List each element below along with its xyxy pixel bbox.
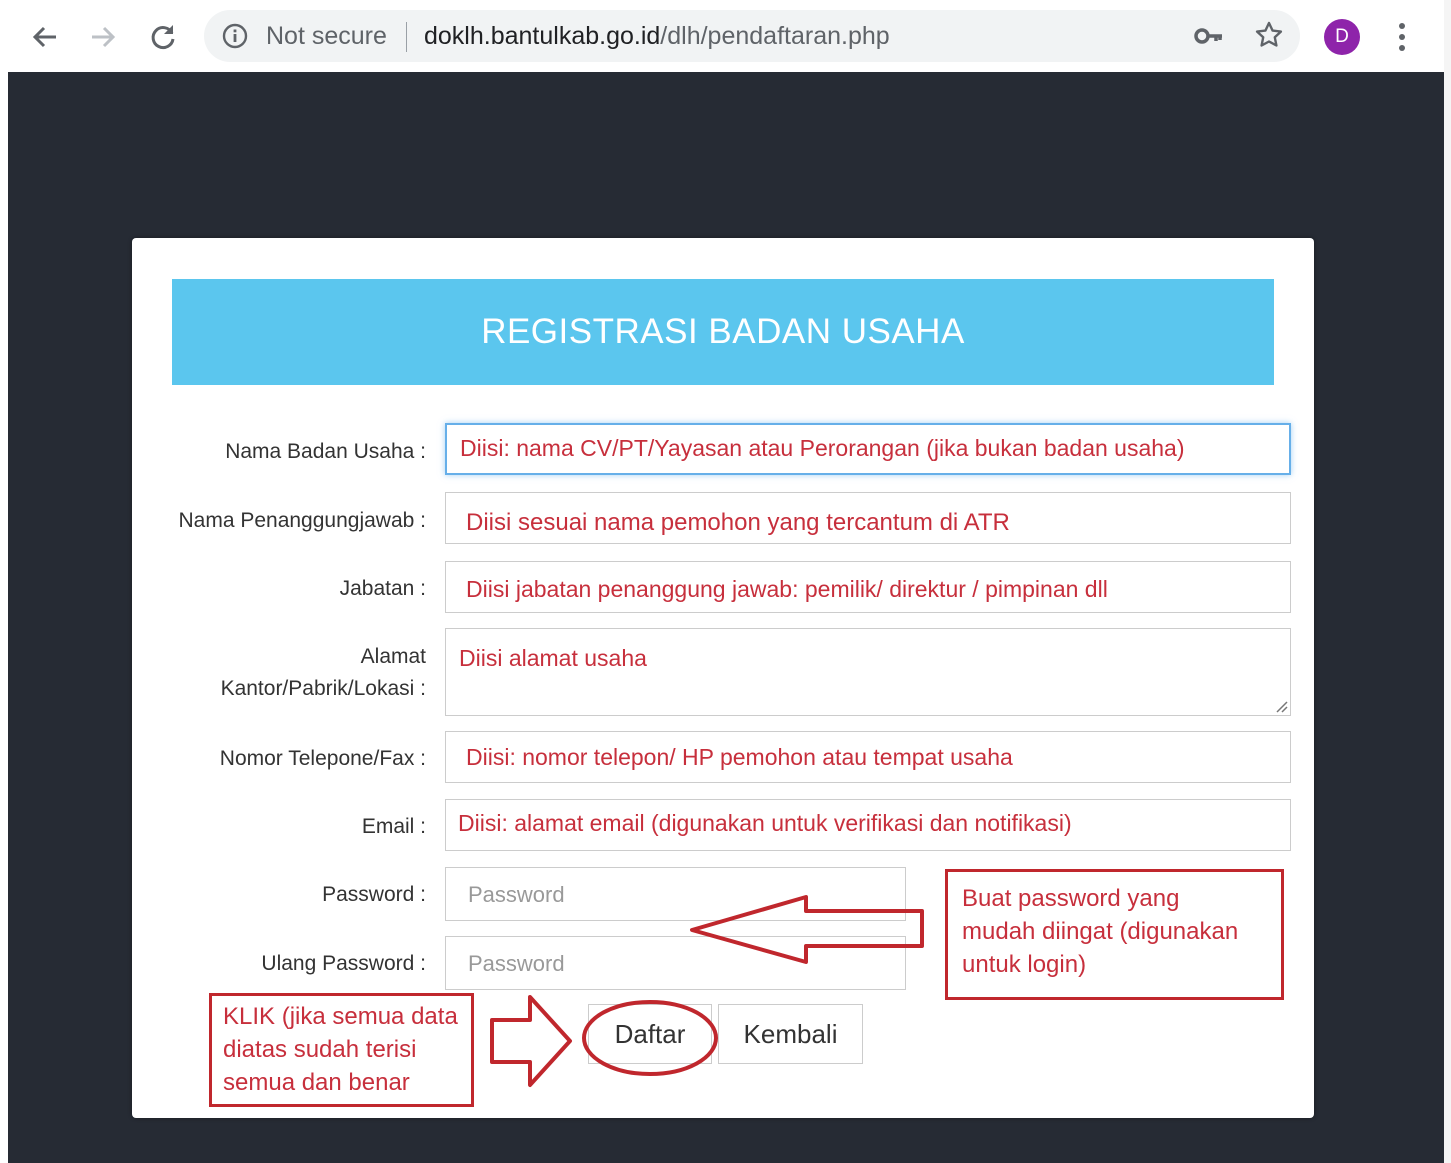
password-input[interactable]: Password xyxy=(445,867,906,921)
label-telepon: Nomor Telepone/Fax : xyxy=(219,747,426,770)
forward-arrow-icon[interactable] xyxy=(80,14,126,60)
label-email: Email : xyxy=(361,815,426,838)
label-ulang-password: Ulang Password : xyxy=(261,952,426,975)
browser-toolbar: Not secure doklh.bantulkab.go.id/dlh/pen… xyxy=(0,0,1451,72)
url-text[interactable]: doklh.bantulkab.go.id/dlh/pendaftaran.ph… xyxy=(424,22,890,51)
address-bar[interactable]: Not secure doklh.bantulkab.go.id/dlh/pen… xyxy=(204,10,1300,62)
reload-icon[interactable] xyxy=(140,14,186,60)
telepon-input[interactable]: Diisi: nomor telepon/ HP pemohon atau te… xyxy=(445,731,1291,783)
label-nama-penanggungjawab: Nama Penanggungjawab : xyxy=(178,509,426,532)
nama-badan-usaha-input[interactable]: Diisi: nama CV/PT/Yayasan atau Peroranga… xyxy=(445,423,1291,475)
click-annotation-box: KLIK (jika semua data diatas sudah teris… xyxy=(209,993,474,1107)
label-nama-badan-usaha: Nama Badan Usaha : xyxy=(225,440,426,463)
star-icon[interactable] xyxy=(1254,20,1284,50)
form-title: REGISTRASI BADAN USAHA xyxy=(481,312,965,351)
label-alamat: Alamat Kantor/Pabrik/Lokasi : xyxy=(221,641,426,705)
window-edge xyxy=(1444,0,1451,1163)
label-alamat-line2: Kantor/Pabrik/Lokasi : xyxy=(220,677,426,700)
click-note-line: semua dan benar xyxy=(223,1069,410,1096)
ulang-password-input[interactable]: Password xyxy=(445,936,906,990)
click-note-line: diatas sudah terisi xyxy=(223,1036,417,1063)
password-note-line: untuk login) xyxy=(962,951,1087,978)
daftar-button[interactable]: Daftar xyxy=(588,1004,712,1064)
label-password: Password : xyxy=(322,883,426,906)
kembali-button[interactable]: Kembali xyxy=(718,1004,863,1064)
info-icon[interactable] xyxy=(222,23,248,49)
resize-grip-icon[interactable] xyxy=(1274,699,1288,713)
url-path: /dlh/pendaftaran.php xyxy=(660,22,890,50)
back-arrow-icon[interactable] xyxy=(22,14,68,60)
password-note-line: Buat password yang xyxy=(962,885,1180,912)
nama-penanggungjawab-input[interactable]: Diisi sesuai nama pemohon yang tercantum… xyxy=(445,492,1291,544)
menu-dots-icon[interactable] xyxy=(1390,20,1414,54)
url-host: doklh.bantulkab.go.id xyxy=(424,22,661,50)
alamat-value: Diisi alamat usaha xyxy=(459,645,647,671)
jabatan-input[interactable]: Diisi jabatan penanggung jawab: pemilik/… xyxy=(445,561,1291,613)
form-title-banner: REGISTRASI BADAN USAHA xyxy=(172,279,1274,385)
profile-avatar[interactable]: D xyxy=(1324,19,1360,55)
label-alamat-line1: Alamat xyxy=(360,645,426,668)
security-status: Not secure xyxy=(266,22,387,50)
click-note-line: KLIK (jika semua data xyxy=(223,1003,458,1030)
password-note-line: mudah diingat (digunakan xyxy=(962,918,1239,945)
email-input[interactable]: Diisi: alamat email (digunakan untuk ver… xyxy=(445,799,1291,851)
password-annotation-box: Buat password yang mudah diingat (diguna… xyxy=(945,869,1284,1000)
key-icon[interactable] xyxy=(1194,23,1224,49)
omnibox-divider xyxy=(406,22,407,52)
label-jabatan: Jabatan : xyxy=(339,577,426,600)
alamat-textarea[interactable]: Diisi alamat usaha xyxy=(445,628,1291,716)
